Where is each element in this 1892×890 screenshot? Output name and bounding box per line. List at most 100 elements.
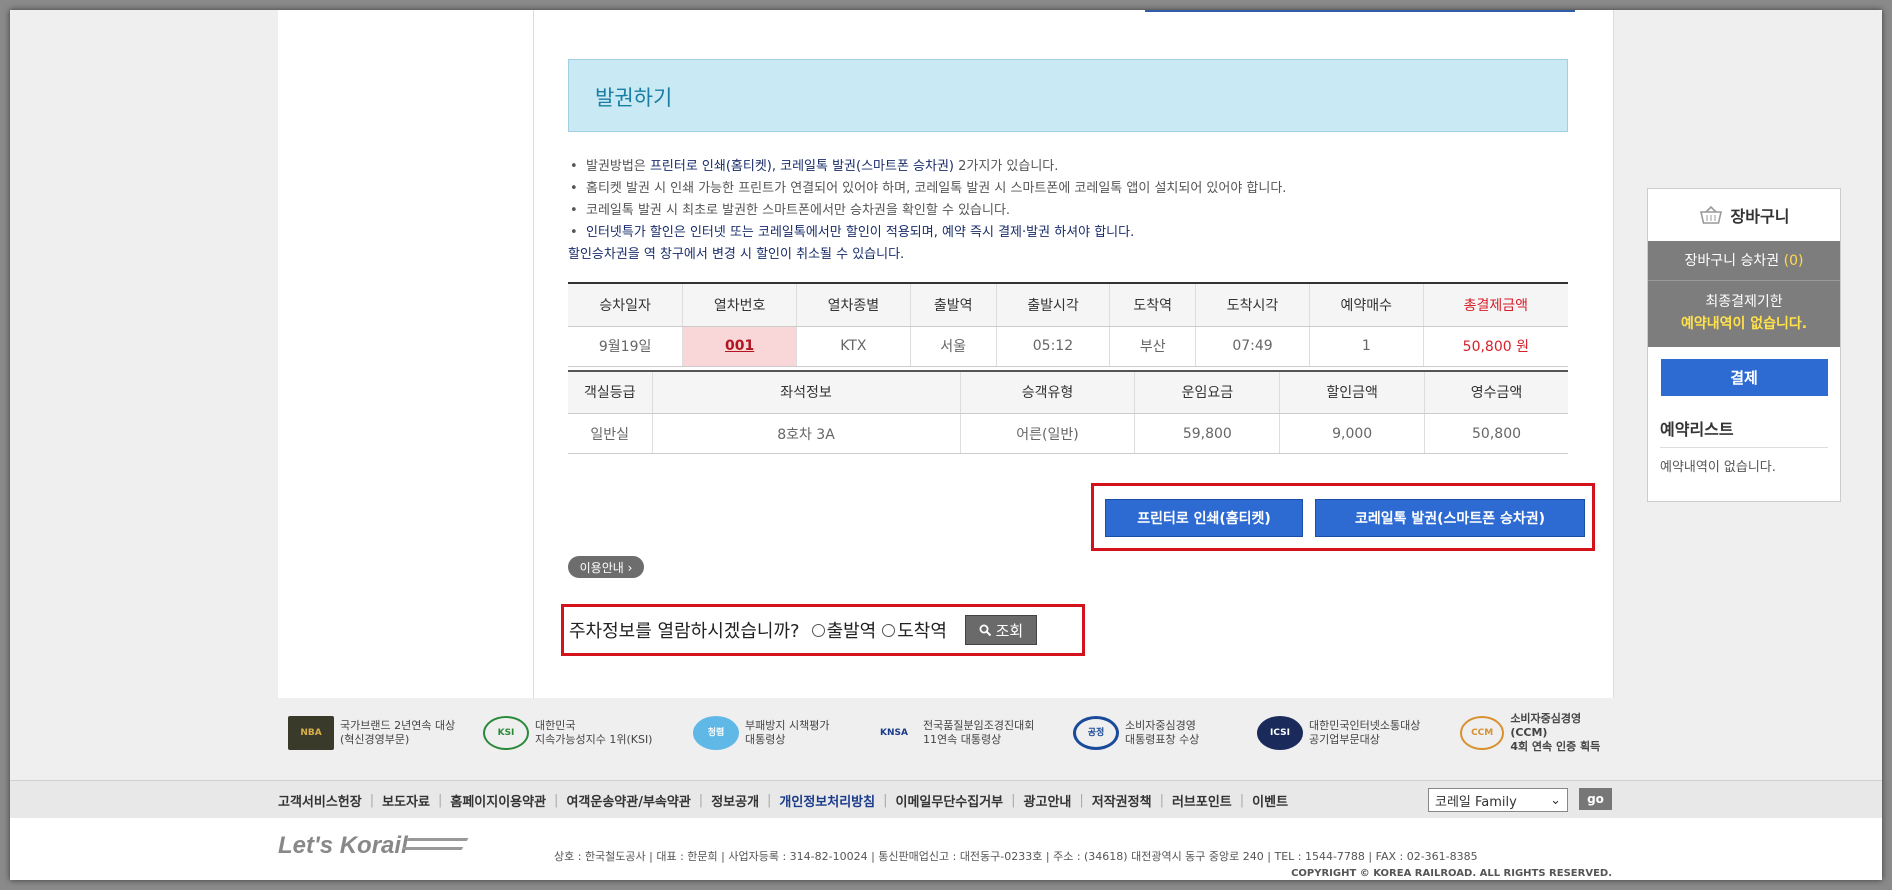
cell-date: 9월19일 [568, 326, 683, 367]
table-header-row: 객실등급 좌석정보 승객유형 운임요금 할인금액 영수금액 [568, 370, 1568, 414]
award-item: KSI 대한민국 지속가능성지수 1위(KSI) [483, 710, 652, 756]
cart-header: 장바구니 [1648, 189, 1840, 241]
column-header: 출발시각 [995, 283, 1110, 327]
footer-link[interactable]: 보도자료 [382, 791, 430, 810]
award-item: CCM 소비자중심경영(CCM) 4회 연속 인증 획득 [1460, 710, 1614, 756]
note-item: 홈티켓 발권 시 인쇄 가능한 프린트가 연결되어 있어야 하며, 코레일톡 발… [568, 178, 1568, 200]
footer-link[interactable]: 개인정보처리방침 [779, 791, 875, 810]
footer-link[interactable]: 이메일무단수집거부 [896, 791, 1004, 810]
column-header: 좌석정보 [651, 370, 960, 414]
cart-summary: 장바구니 승차권 (0) 최종결제기한 예약내역이 없습니다. [1648, 241, 1840, 347]
award-ccm-logo: CCM [1460, 716, 1505, 750]
seat-info-table: 객실등급 좌석정보 승객유형 운임요금 할인금액 영수금액 일반실 8호차 3A… [568, 369, 1568, 454]
radio-circle-icon [811, 623, 825, 637]
radio-departure[interactable]: 출발역 [811, 617, 876, 643]
column-header: 출발역 [909, 283, 997, 327]
column-header: 열차번호 [682, 283, 797, 327]
footer-links-bar: 고객서비스헌장 | 보도자료 | 홈페이지이용약관 | 여객운송약관/부속약관 | 정보… [10, 780, 1882, 818]
print-home-ticket-button[interactable]: 프린터로 인쇄(홈티켓) [1105, 499, 1303, 537]
footer-bottom: Let's Korail 상호 : 한국철도공사 | 대표 : 한문희 | 사업… [10, 818, 1882, 880]
train-number-link[interactable]: 001 [725, 338, 754, 354]
column-header: 도착역 [1109, 283, 1196, 327]
reservation-empty: 예약내역이 없습니다. [1660, 460, 1776, 475]
main-content: 발권하기 발권방법은 프린터로 인쇄(홈티켓), 코레일톡 발권(스마트폰 승차… [561, 59, 1595, 656]
parking-info-highlight: 주차정보를 열람하시겠습니까? 출발역 도착역 조회 [561, 604, 1085, 656]
cell-train-type: KTX [795, 326, 911, 367]
column-header: 승객유형 [959, 370, 1135, 414]
column-header: 도착시각 [1195, 283, 1310, 327]
lookup-button[interactable]: 조회 [964, 615, 1037, 645]
award-item: NBA 국가브랜드 2년연속 대상 (혁신경영부문) [288, 710, 455, 756]
section-title: 발권하기 [568, 59, 1568, 132]
column-header: 총결제금액 [1422, 283, 1568, 327]
table-header-row: 승차일자 열차번호 열차종별 출발역 출발시각 도착역 도착시각 예약매수 총결… [568, 283, 1568, 327]
family-go-button[interactable]: go [1579, 788, 1612, 810]
cell-arr-time: 07:49 [1195, 326, 1310, 367]
train-info-table: 승차일자 열차번호 열차종별 출발역 출발시각 도착역 도착시각 예약매수 총결… [568, 282, 1568, 367]
award-ksi-logo: KSI [483, 716, 529, 750]
footer-link[interactable]: 홈페이지이용약관 [450, 791, 546, 810]
table-row: 일반실 8호차 3A 어른(일반) 59,800 9,000 50,800 [568, 413, 1568, 454]
cell-count: 1 [1308, 326, 1424, 367]
cell-train-no: 001 [682, 326, 797, 367]
footer-link[interactable]: 정보공개 [711, 791, 759, 810]
footer-link[interactable]: 광고안내 [1024, 791, 1072, 810]
cart-panel: 장바구니 장바구니 승차권 (0) 최종결제기한 예약내역이 없습니다. 결제 … [1647, 188, 1841, 502]
cell-arr-station: 부산 [1109, 326, 1196, 367]
browser-viewport: 발권하기 발권방법은 프린터로 인쇄(홈티켓), 코레일톡 발권(스마트폰 승차… [10, 10, 1882, 880]
footer-nav: 고객서비스헌장 | 보도자료 | 홈페이지이용약관 | 여객운송약관/부속약관 | 정보… [278, 791, 1289, 810]
cell-discount: 9,000 [1279, 413, 1425, 454]
column-header: 예약매수 [1308, 283, 1424, 327]
cell-passenger: 어른(일반) [959, 413, 1135, 454]
top-tab-bar [1145, 10, 1575, 12]
footer-link[interactable]: 고객서비스헌장 [278, 791, 362, 810]
awards-bar: NBA 국가브랜드 2년연속 대상 (혁신경영부문) KSI 대한민국 지속가능성지… [278, 710, 1614, 760]
radio-circle-icon [882, 623, 896, 637]
reservation-list-title: 예약리스트 [1660, 416, 1828, 448]
column-header: 영수금액 [1424, 370, 1568, 414]
radio-arrival[interactable]: 도착역 [882, 617, 947, 643]
family-site-select[interactable]: 코레일 Family ⌄ [1428, 788, 1568, 812]
korail-logo: Let's Korail [278, 832, 408, 859]
note-item: 할인승차권을 역 창구에서 변경 시 할인이 취소될 수 있습니다. [568, 247, 905, 262]
footer-link[interactable]: 러브포인트 [1172, 791, 1232, 810]
note-item: 인터넷특가 할인은 인터넷 또는 코레일톡에서만 할인이 적용되며, 예약 즉시… [568, 222, 1568, 244]
parking-question: 주차정보를 열람하시겠습니까? [569, 621, 800, 642]
note-item: 발권방법은 프린터로 인쇄(홈티켓), 코레일톡 발권(스마트폰 승차권) 2가… [568, 156, 1568, 178]
column-header: 객실등급 [568, 370, 652, 414]
award-anticorruption-logo: 청렴 [693, 716, 739, 750]
column-header: 운임요금 [1134, 370, 1280, 414]
column-header: 열차종별 [795, 283, 911, 327]
award-item: KNSA 전국품질분임조경진대회 11연속 대통령상 [871, 710, 1034, 756]
left-sidebar [278, 10, 534, 698]
cart-deadline: 최종결제기한 예약내역이 없습니다. [1680, 294, 1808, 332]
award-item: 공정 소비자중심경영 대통령표창 수상 [1073, 710, 1199, 756]
column-header: 승차일자 [568, 283, 683, 327]
cell-dep-station: 서울 [909, 326, 997, 367]
search-icon [979, 624, 991, 636]
notes-list: 발권방법은 프린터로 인쇄(홈티켓), 코레일톡 발권(스마트폰 승차권) 2가… [568, 156, 1568, 266]
award-nba-logo: NBA [288, 716, 334, 750]
note-item: 코레일톡 발권 시 최초로 발권한 스마트폰에서만 승차권을 확인할 수 있습니… [568, 200, 1568, 222]
cell-total: 50,800 원 [1422, 326, 1568, 367]
basket-icon [1699, 205, 1722, 224]
korail-talk-issue-button[interactable]: 코레일톡 발권(스마트폰 승차권) [1315, 499, 1585, 537]
column-header: 할인금액 [1279, 370, 1425, 414]
cell-receipt: 50,800 [1424, 413, 1568, 454]
award-item: 청렴 부패방지 시책평가 대통령상 [693, 710, 829, 756]
cell-dep-time: 05:12 [995, 326, 1110, 367]
cart-count: 장바구니 승차권 (0) [1648, 241, 1840, 281]
footer-link[interactable]: 여객운송약관/부속약관 [566, 791, 690, 810]
cell-class: 일반실 [568, 413, 652, 454]
company-info: 상호 : 한국철도공사 | 대표 : 한문희 | 사업자등록 : 314-82-… [554, 850, 1478, 863]
footer-link[interactable]: 이벤트 [1252, 791, 1288, 810]
table-row: 9월19일 001 KTX 서울 05:12 부산 07:49 1 50,800… [568, 326, 1568, 367]
issue-buttons-highlight: 프린터로 인쇄(홈티켓) 코레일톡 발권(스마트폰 승차권) [1091, 483, 1595, 551]
award-knsa-logo: KNSA [880, 728, 908, 738]
cell-fare: 59,800 [1134, 413, 1280, 454]
usage-guide-button[interactable]: 이용안내 › [568, 556, 644, 578]
award-icsi-logo: ICSI [1257, 716, 1303, 750]
footer-link[interactable]: 저작권정책 [1092, 791, 1152, 810]
pay-button[interactable]: 결제 [1660, 359, 1828, 396]
copyright: COPYRIGHT © KOREA RAILROAD. ALL RIGHTS R… [1291, 868, 1612, 879]
